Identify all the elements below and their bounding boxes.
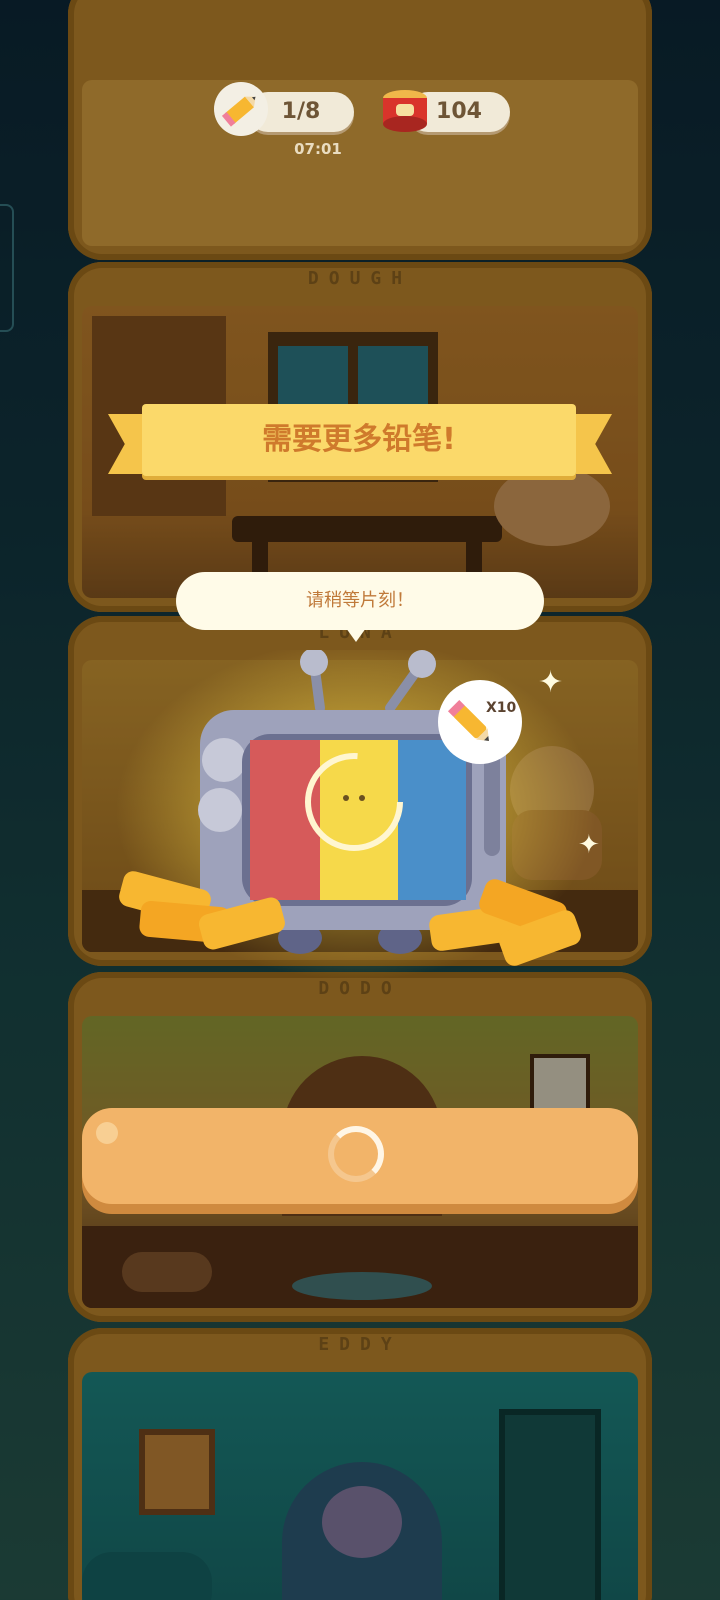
can-count: 104 [436, 99, 482, 124]
reward-badge: X10 [438, 680, 522, 764]
cat-food-can-icon [378, 84, 432, 138]
sparkle-icon: ✦ [578, 830, 600, 860]
speech-bubble: 请稍等片刻！ [176, 572, 544, 642]
reward-multiplier: X10 [486, 700, 517, 716]
pencil-count: 1/8 [281, 99, 321, 124]
refill-timer: 07:01 [294, 140, 342, 158]
popup-title: 需要更多铅笔! [262, 422, 456, 457]
pencil-icon [447, 699, 489, 741]
sparkle-icon: ✦ [538, 665, 564, 700]
watch-ad-button[interactable] [82, 1108, 638, 1204]
tv-robot-illustration [116, 650, 596, 980]
title-ribbon: 需要更多铅笔! [142, 404, 576, 476]
pencil-icon [214, 82, 268, 136]
button-shine [96, 1122, 118, 1144]
loading-spinner-icon [328, 1126, 384, 1182]
wait-message: 请稍等片刻！ [306, 590, 414, 611]
